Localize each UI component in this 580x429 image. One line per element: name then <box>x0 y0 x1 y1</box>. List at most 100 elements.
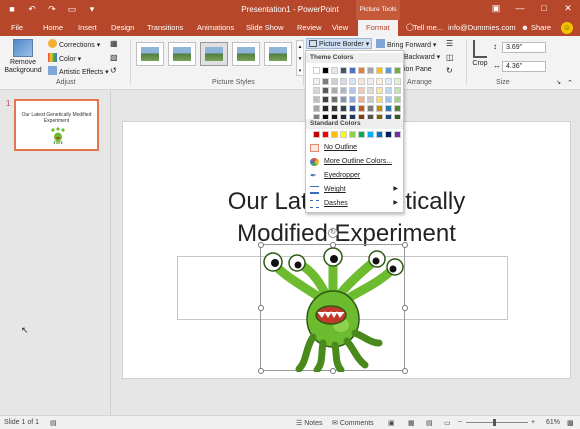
standard-color-swatch[interactable] <box>394 131 401 138</box>
theme-color-swatch[interactable] <box>322 96 329 103</box>
theme-color-swatch[interactable] <box>394 87 401 94</box>
theme-color-swatch[interactable] <box>313 67 320 74</box>
comments-button[interactable]: ✉ Comments <box>332 419 374 427</box>
tab-home[interactable]: Home <box>43 23 63 32</box>
no-outline-item[interactable]: No Outline <box>306 141 403 154</box>
eyedropper-item[interactable]: ✒ Eyedropper <box>306 169 403 182</box>
theme-color-swatch[interactable] <box>367 67 374 74</box>
theme-color-swatch[interactable] <box>340 67 347 74</box>
height-field[interactable]: 3.69" <box>502 42 546 53</box>
theme-color-swatch[interactable] <box>385 67 392 74</box>
zoom-in-icon[interactable]: + <box>531 419 535 426</box>
ribbon-display-options-icon[interactable]: ▣ <box>488 3 504 14</box>
minimize-icon[interactable]: — <box>512 3 528 14</box>
theme-color-swatch[interactable] <box>394 105 401 112</box>
standard-color-swatch[interactable] <box>340 131 347 138</box>
picture-border-button[interactable]: Picture Border ▾ <box>306 38 373 49</box>
theme-color-swatch[interactable] <box>358 78 365 85</box>
theme-color-swatch[interactable] <box>349 87 356 94</box>
theme-color-swatch[interactable] <box>322 67 329 74</box>
theme-color-swatch[interactable] <box>394 78 401 85</box>
theme-color-swatch[interactable] <box>340 78 347 85</box>
notes-button[interactable]: ☰ Notes <box>296 419 323 427</box>
weight-item[interactable]: Weight ▶ <box>306 183 403 196</box>
theme-color-swatch[interactable] <box>331 78 338 85</box>
standard-color-swatch[interactable] <box>358 131 365 138</box>
resize-handle[interactable] <box>330 242 336 248</box>
theme-color-swatch[interactable] <box>376 87 383 94</box>
width-field[interactable]: 4.36" <box>502 61 546 72</box>
zoom-slider-thumb[interactable] <box>493 419 496 426</box>
resize-handle[interactable] <box>402 305 408 311</box>
more-outline-colors-item[interactable]: More Outline Colors... <box>306 155 403 168</box>
zoom-out-icon[interactable]: − <box>458 419 462 426</box>
resize-handle[interactable] <box>402 368 408 374</box>
spell-check-icon[interactable]: ▤ <box>50 419 57 427</box>
resize-handle[interactable] <box>258 242 264 248</box>
theme-color-swatch[interactable] <box>367 105 374 112</box>
artistic-effects-button[interactable]: Artistic Effects ▾ <box>48 66 109 76</box>
standard-color-swatch[interactable] <box>331 131 338 138</box>
reset-picture-icon[interactable]: ↺ <box>110 66 117 75</box>
theme-color-swatch[interactable] <box>349 105 356 112</box>
standard-color-swatch[interactable] <box>376 131 383 138</box>
slide-sorter-icon[interactable]: ▦ <box>408 419 415 427</box>
resize-handle[interactable] <box>258 368 264 374</box>
remove-background-button[interactable]: Remove Background <box>4 39 42 75</box>
rotate-icon[interactable]: ↻ <box>446 66 453 75</box>
fit-to-window-icon[interactable]: ▩ <box>567 419 574 427</box>
tab-design[interactable]: Design <box>111 23 134 32</box>
standard-color-swatch[interactable] <box>349 131 356 138</box>
theme-color-swatch[interactable] <box>394 67 401 74</box>
theme-color-swatch[interactable] <box>385 78 392 85</box>
theme-color-swatch[interactable] <box>313 105 320 112</box>
tab-insert[interactable]: Insert <box>78 23 97 32</box>
picture-style-option[interactable] <box>264 42 292 66</box>
user-account[interactable]: info@Dummies.com <box>448 23 516 32</box>
theme-color-swatch[interactable] <box>376 78 383 85</box>
theme-color-swatch[interactable] <box>358 87 365 94</box>
theme-color-swatch[interactable] <box>322 78 329 85</box>
size-dialog-launcher-icon[interactable]: ↘ <box>556 79 561 86</box>
theme-color-swatch[interactable] <box>340 105 347 112</box>
zoom-level[interactable]: 61% <box>546 419 560 426</box>
tab-slide-show[interactable]: Slide Show <box>246 23 284 32</box>
theme-color-swatch[interactable] <box>376 96 383 103</box>
tab-transitions[interactable]: Transitions <box>147 23 183 32</box>
normal-view-icon[interactable]: ▣ <box>388 419 395 427</box>
theme-color-swatch[interactable] <box>376 105 383 112</box>
reading-view-icon[interactable]: ▤ <box>426 419 433 427</box>
slide-thumbnail[interactable]: Our Latest Genetically Modified Experime… <box>14 99 99 151</box>
theme-color-swatch[interactable] <box>322 105 329 112</box>
theme-color-swatch[interactable] <box>358 105 365 112</box>
theme-color-swatch[interactable] <box>331 105 338 112</box>
theme-color-swatch[interactable] <box>349 78 356 85</box>
picture-style-option[interactable] <box>136 42 164 66</box>
theme-color-swatch[interactable] <box>358 96 365 103</box>
theme-color-swatch[interactable] <box>331 87 338 94</box>
theme-color-swatch[interactable] <box>385 87 392 94</box>
crop-button[interactable]: Crop <box>470 40 490 67</box>
theme-color-swatch[interactable] <box>349 96 356 103</box>
share-button[interactable]: ☻ Share <box>521 23 551 32</box>
theme-color-swatch[interactable] <box>313 96 320 103</box>
slide-show-icon[interactable]: ▭ <box>444 419 451 427</box>
theme-color-swatch[interactable] <box>349 67 356 74</box>
theme-color-swatch[interactable] <box>385 105 392 112</box>
theme-color-swatch[interactable] <box>367 87 374 94</box>
theme-color-swatch[interactable] <box>394 96 401 103</box>
tab-format[interactable]: Format <box>358 20 398 36</box>
theme-color-swatch[interactable] <box>367 96 374 103</box>
resize-handle[interactable] <box>402 242 408 248</box>
selection-pane-button[interactable]: ion Pane <box>404 66 432 73</box>
feedback-smiley-icon[interactable]: ☺ <box>561 22 573 34</box>
rotation-handle[interactable]: ↻ <box>328 228 338 238</box>
theme-color-swatch[interactable] <box>331 67 338 74</box>
close-icon[interactable]: ✕ <box>560 3 576 14</box>
theme-color-swatch[interactable] <box>313 78 320 85</box>
tell-me-search[interactable]: Tell me... <box>413 23 443 32</box>
zoom-slider[interactable] <box>466 422 528 423</box>
theme-color-swatch[interactable] <box>367 78 374 85</box>
bring-forward-button[interactable]: Bring Forward ▾ <box>376 39 436 49</box>
align-icon[interactable]: ☰ <box>446 39 453 48</box>
